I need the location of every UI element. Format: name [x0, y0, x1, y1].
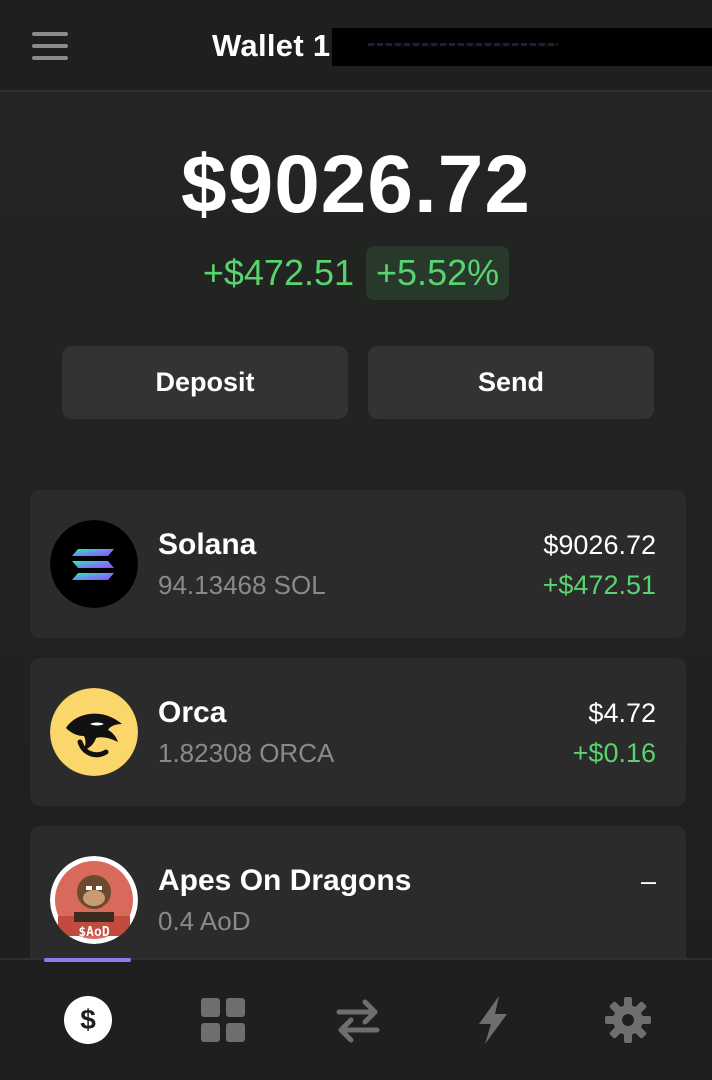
- token-name: Apes On Dragons: [158, 864, 412, 897]
- hamburger-menu-icon[interactable]: [32, 30, 70, 62]
- top-bar: Wallet 1: [0, 0, 712, 92]
- token-usd-value: $4.72: [588, 698, 656, 728]
- bottom-navigation: $: [0, 958, 712, 1080]
- orca-logo-icon: [50, 688, 138, 776]
- token-usd-value: $9026.72: [543, 530, 656, 560]
- token-quantity: 1.82308 ORCA: [158, 738, 335, 768]
- token-quantity: 0.4 AoD: [158, 906, 251, 936]
- deposit-button[interactable]: Deposit: [62, 346, 348, 419]
- total-balance: $9026.72: [180, 139, 531, 230]
- balance-change-row: +$472.51 +5.52%: [0, 244, 712, 302]
- active-tab-indicator: [44, 958, 131, 962]
- wallet-screen: Wallet 1 $9026.72 +$472.51 +5.52% Deposi…: [0, 0, 712, 1080]
- solana-logo-icon: [50, 520, 138, 608]
- settings-gear-icon[interactable]: [602, 994, 654, 1046]
- token-name: Orca: [158, 696, 227, 729]
- token-quantity: 94.13468 SOL: [158, 570, 326, 600]
- apes-on-dragons-logo-icon: $AoD: [50, 856, 138, 944]
- svg-text:$: $: [80, 1004, 96, 1035]
- redacted-address-block: [332, 28, 712, 66]
- token-usd-change: +$472.51: [542, 570, 656, 600]
- token-usd-change: +$0.16: [572, 738, 656, 768]
- balance-change-amount: +$472.51: [202, 252, 355, 293]
- token-row-solana[interactable]: Solana 94.13468 SOL $9026.72 +$472.51: [30, 490, 686, 638]
- token-row-orca[interactable]: Orca 1.82308 ORCA $4.72 +$0.16: [30, 658, 686, 806]
- collectibles-grid-icon[interactable]: [197, 994, 249, 1046]
- balances-icon[interactable]: $: [62, 994, 114, 1046]
- svg-text:$AoD: $AoD: [78, 925, 109, 940]
- balance-change-percent-badge: +5.52%: [366, 246, 510, 300]
- wallet-name[interactable]: Wallet 1: [212, 28, 330, 64]
- send-button[interactable]: Send: [368, 346, 654, 419]
- token-usd-value: –: [640, 866, 656, 896]
- token-row-apes-on-dragons[interactable]: $AoD Apes On Dragons 0.4 AoD –: [30, 826, 686, 974]
- swap-arrows-icon[interactable]: [332, 994, 384, 1046]
- token-name: Solana: [158, 528, 257, 561]
- activity-bolt-icon[interactable]: [467, 994, 519, 1046]
